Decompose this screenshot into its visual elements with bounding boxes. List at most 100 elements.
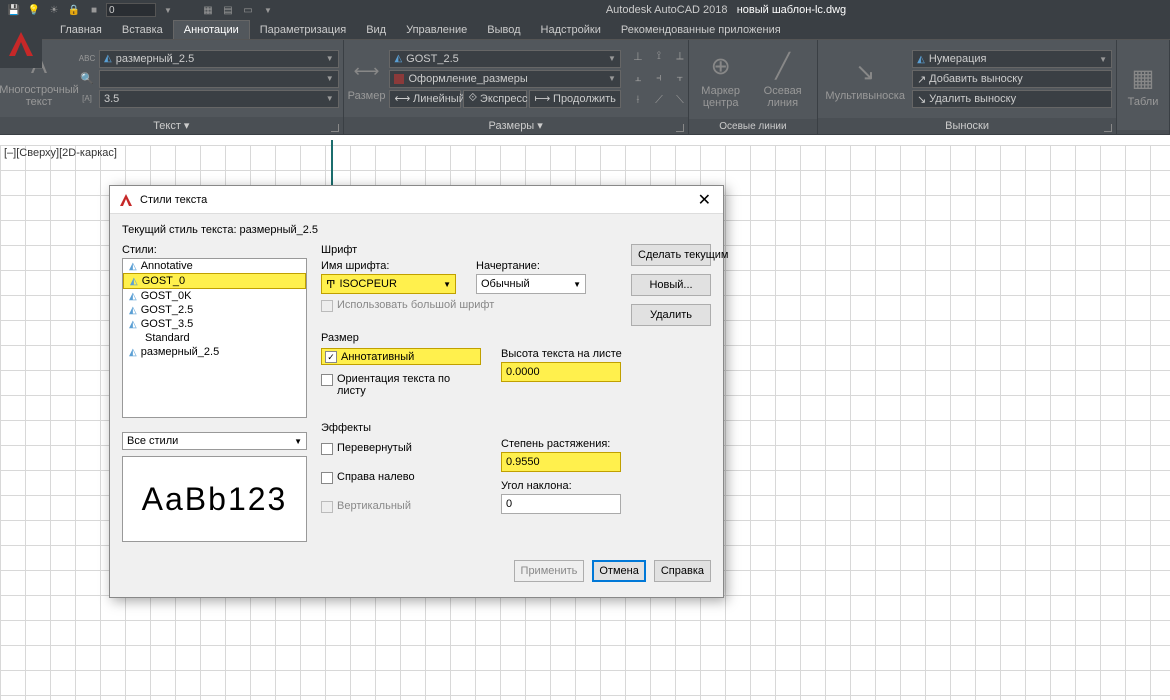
dim-tool-7-icon[interactable]: ⟊ <box>629 92 647 110</box>
center-mark-button[interactable]: ⊕ Маркер центра <box>693 51 749 109</box>
dim-layer-combo[interactable]: Оформление_размеры ▼ <box>389 70 620 88</box>
tab-view[interactable]: Вид <box>356 21 396 39</box>
font-name-combo[interactable]: Ͳ ISOCPEUR ▼ <box>321 274 456 294</box>
styles-list[interactable]: ◭Annotative◭GOST_0◭GOST_0K◭GOST_2.5◭GOST… <box>122 258 307 418</box>
dimension-button[interactable]: ⟷ Размер <box>348 56 386 102</box>
upside-checkbox[interactable] <box>321 443 333 455</box>
lock-icon[interactable]: 🔒 <box>66 2 82 18</box>
backwards-checkbox-row[interactable]: Справа налево <box>321 471 481 484</box>
remove-leader-button[interactable]: ↘ Удалить выноску <box>912 90 1112 108</box>
style-item-label: GOST_0 <box>142 275 185 287</box>
upside-checkbox-row[interactable]: Перевернутый <box>321 442 481 455</box>
window-title: Autodesk AutoCAD 2018 новый шаблон-lc.dw… <box>606 4 846 16</box>
ribbon-panel-axes: ⊕ Маркер центра ╱ Осевая линия Осевые ли… <box>689 40 819 134</box>
dim-continue-button[interactable]: ⟼ Продолжить <box>529 90 620 108</box>
oblique-input[interactable] <box>501 494 621 514</box>
abc-icon[interactable]: ABC <box>78 50 96 68</box>
width-factor-label: Степень растяжения: <box>501 438 621 450</box>
leader-style-combo[interactable]: ◭ Нумерация ▼ <box>912 50 1112 68</box>
style-item[interactable]: ◭GOST_2.5 <box>123 303 306 317</box>
new-button[interactable]: Новый... <box>631 274 711 296</box>
dialog-launcher-icon[interactable] <box>1104 124 1112 132</box>
dim-tool-5-icon[interactable]: ⫞ <box>650 70 668 88</box>
dialog-launcher-icon[interactable] <box>676 124 684 132</box>
dim-tool-8-icon[interactable]: ⟋ <box>650 92 668 110</box>
close-button[interactable]: ✕ <box>694 190 715 210</box>
find-icon[interactable]: 🔍 <box>78 70 96 88</box>
style-item[interactable]: ◭GOST_0K <box>123 289 306 303</box>
table-label: Табли <box>1128 96 1159 108</box>
backwards-checkbox[interactable] <box>321 472 333 484</box>
chevron-down-icon[interactable]: ▼ <box>160 2 176 18</box>
style-item[interactable]: Standard <box>123 331 306 345</box>
tab-addins[interactable]: Надстройки <box>531 21 611 39</box>
style-item-label: Standard <box>145 332 190 344</box>
dim-tool-6-icon[interactable]: ⫟ <box>671 70 689 88</box>
panel-title-dimensions[interactable]: Размеры ▾ <box>344 117 688 134</box>
dim-style-combo[interactable]: ◭ GOST_2.5 ▼ <box>389 50 620 68</box>
bulb-icon[interactable]: 💡 <box>26 2 42 18</box>
title-bar: 💾 💡 ☀ 🔒 ■ ▼ ▦ ▤ ▭ ▼ Autodesk AutoCAD 201… <box>0 0 1170 20</box>
tab-home[interactable]: Главная <box>50 21 112 39</box>
set-current-button[interactable]: Сделать текущим <box>631 244 711 266</box>
layout-icon-1[interactable]: ▦ <box>200 2 216 18</box>
style-item[interactable]: ◭GOST_0 <box>123 273 306 289</box>
dialog-launcher-icon[interactable] <box>331 124 339 132</box>
dim-tool-2-icon[interactable]: ⟟ <box>650 48 668 66</box>
annotative-checkbox[interactable] <box>325 351 337 363</box>
layout-icon-2[interactable]: ▤ <box>220 2 236 18</box>
text-style-value: размерный_2.5 <box>116 53 195 65</box>
tab-manage[interactable]: Управление <box>396 21 477 39</box>
delete-button[interactable]: Удалить <box>631 304 711 326</box>
dim-express-button[interactable]: ⟐ Экспресс <box>463 90 527 108</box>
layout-icon-3[interactable]: ▭ <box>240 2 256 18</box>
panel-title-text[interactable]: Текст ▾ <box>0 117 343 134</box>
text-height-combo[interactable]: 3.5 ▼ <box>99 90 339 108</box>
style-item-label: Annotative <box>141 260 193 272</box>
cancel-button[interactable]: Отмена <box>592 560 645 582</box>
file-name: новый шаблон-lc.dwg <box>737 4 846 16</box>
preview-area: AaBb123 <box>122 456 307 542</box>
centerline-button[interactable]: ╱ Осевая линия <box>753 51 813 109</box>
dim-tool-3-icon[interactable]: ⟂ <box>671 48 689 66</box>
dim-tool-9-icon[interactable]: ⟍ <box>671 92 689 110</box>
font-style-combo[interactable]: Обычный ▼ <box>476 274 586 294</box>
paper-height-input[interactable] <box>501 362 621 382</box>
style-filter-combo[interactable]: Все стили ▼ <box>122 432 307 450</box>
sun-icon[interactable]: ☀ <box>46 2 62 18</box>
tab-insert[interactable]: Вставка <box>112 21 173 39</box>
table-button[interactable]: ▦ Табли <box>1121 62 1165 108</box>
panel-title-leaders[interactable]: Выноски <box>818 118 1116 134</box>
panel-title-axes[interactable]: Осевые линии <box>689 119 818 134</box>
help-button[interactable]: Справка <box>654 560 711 582</box>
save-icon[interactable]: 💾 <box>6 2 22 18</box>
text-style-dialog: Стили текста ✕ Текущий стиль текста: раз… <box>109 185 724 598</box>
app-logo[interactable] <box>0 20 42 68</box>
add-leader-button[interactable]: ↗ Добавить выноску <box>912 70 1112 88</box>
view-label[interactable]: [–][Сверху][2D-каркас] <box>4 147 117 159</box>
tab-output[interactable]: Вывод <box>477 21 530 39</box>
orientation-checkbox[interactable] <box>321 374 333 386</box>
layer-color-swatch <box>394 74 404 84</box>
style-item[interactable]: ◭GOST_3.5 <box>123 317 306 331</box>
text-style-combo[interactable]: ◭ размерный_2.5 ▼ <box>99 50 339 68</box>
dim-tool-1-icon[interactable]: ⊥ <box>629 48 647 66</box>
mleader-button[interactable]: ↘ Мультивыноска <box>822 56 908 102</box>
dim-linear-button[interactable]: ⟷ Линейный <box>389 90 461 108</box>
orientation-checkbox-row[interactable]: Ориентация текста по листу <box>321 373 481 397</box>
width-factor-input[interactable] <box>501 452 621 472</box>
style-item[interactable]: ◭Annotative <box>123 259 306 273</box>
height-icon[interactable]: [A] <box>78 90 96 108</box>
swatch-icon[interactable]: ■ <box>86 2 102 18</box>
style-filter-value: Все стили <box>127 435 178 447</box>
size-group: Размер Аннотативный Ориентация текста по… <box>321 332 623 412</box>
annotative-checkbox-row[interactable]: Аннотативный <box>321 348 481 365</box>
chevron-down-icon[interactable]: ▼ <box>260 2 276 18</box>
dim-tool-4-icon[interactable]: ⫠ <box>629 70 647 88</box>
tab-annotations[interactable]: Аннотации <box>173 20 250 39</box>
style-item[interactable]: ◭размерный_2.5 <box>123 345 306 359</box>
qat-input[interactable] <box>106 3 156 17</box>
tab-parametric[interactable]: Параметризация <box>250 21 356 39</box>
tab-featured[interactable]: Рекомендованные приложения <box>611 21 791 39</box>
find-combo[interactable]: ▼ <box>99 70 339 88</box>
